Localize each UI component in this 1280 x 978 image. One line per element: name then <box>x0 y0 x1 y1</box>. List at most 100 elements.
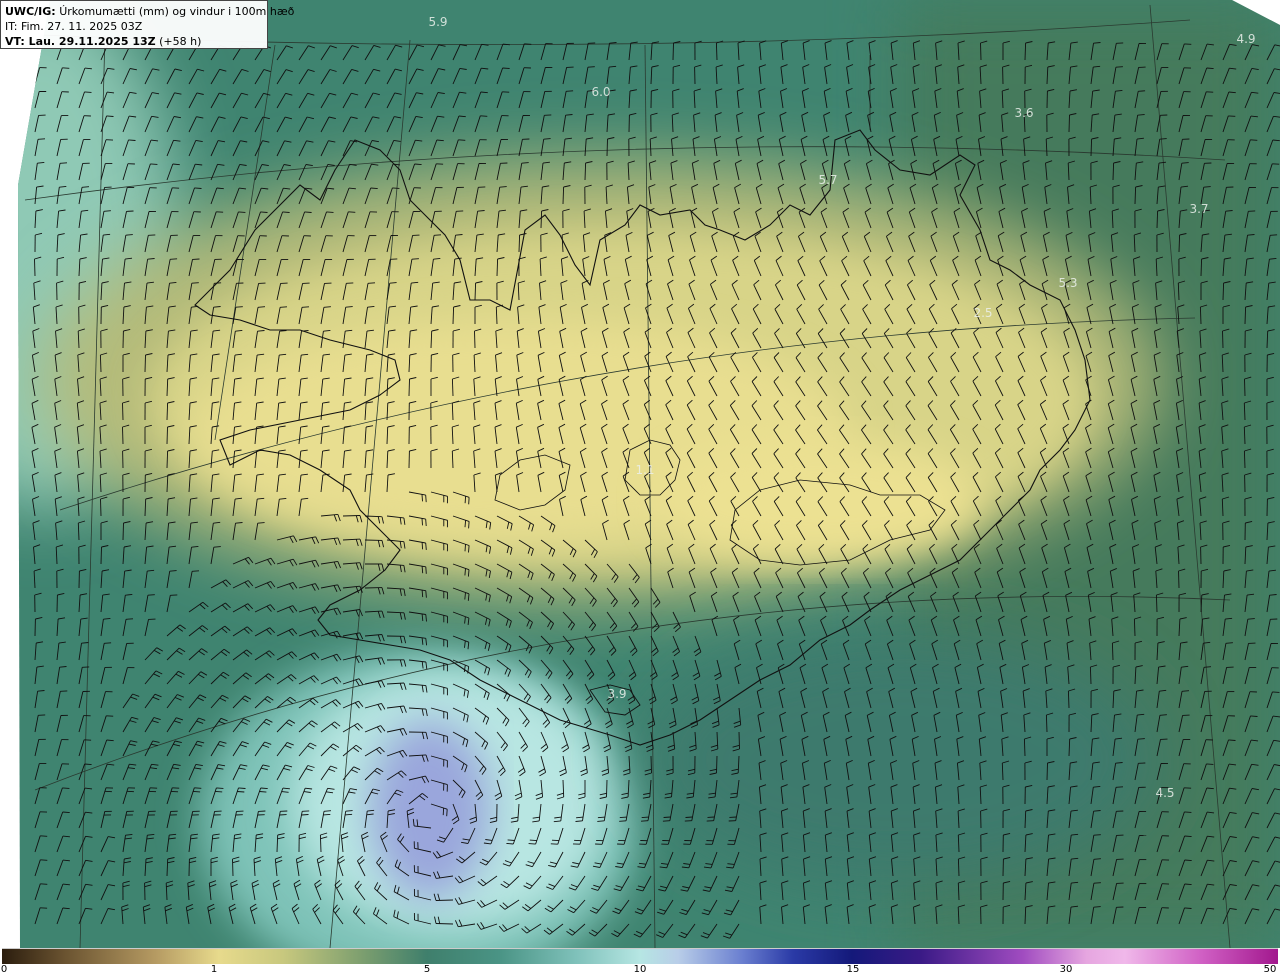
map-value-label: 3.6 <box>1014 106 1034 120</box>
wind-barb-flag <box>192 570 200 572</box>
wind-barb-flag <box>125 234 133 236</box>
wind-barb-flag <box>663 816 671 818</box>
wind-barb-flag <box>425 495 427 503</box>
wind-barb <box>496 258 499 277</box>
wind-barb-flag <box>125 618 134 620</box>
wind-barb <box>1046 762 1048 781</box>
wind-barb-flag <box>1206 763 1214 765</box>
wind-barb-flag <box>257 306 266 308</box>
colorbar-tick: 1 <box>210 964 218 975</box>
wind-barb-flag <box>529 839 537 842</box>
wind-barb <box>319 834 322 853</box>
wind-barb-flag <box>150 163 158 165</box>
wind-barb-flag <box>458 139 466 141</box>
wind-barb-flag <box>103 210 111 212</box>
wind-barb <box>1200 258 1203 277</box>
wind-barb-flag <box>528 843 536 845</box>
wind-barb-flag <box>425 542 427 550</box>
wind-barb <box>715 42 718 61</box>
wind-barb-flag <box>326 211 334 213</box>
wind-barb-flag <box>1159 714 1167 716</box>
wind-barb-flag <box>1272 691 1280 693</box>
wind-barb-flag <box>414 163 422 166</box>
wind-barb <box>451 378 454 397</box>
map-value-label: 5.9 <box>428 15 448 29</box>
wind-barb-flag <box>468 545 470 553</box>
wind-barb-flag <box>392 187 400 189</box>
wind-barb-flag <box>425 590 427 598</box>
map-value-label: 4.9 <box>1236 32 1256 46</box>
wind-barb-flag <box>619 816 627 819</box>
wind-barb-flag <box>1093 858 1101 860</box>
wind-barb <box>435 923 454 925</box>
wind-barb <box>1023 738 1026 757</box>
wind-barb-flag <box>214 282 222 284</box>
wind-barb <box>738 731 740 750</box>
wind-barb-flag <box>1228 739 1236 741</box>
wind-barb <box>435 899 454 901</box>
precipitation-map: UWC/IG: Úrkomumætti (mm) og vindur i 100… <box>0 0 1280 948</box>
wind-barb-flag <box>524 43 532 45</box>
wind-barb-flag <box>1250 715 1258 717</box>
wind-barb <box>99 354 102 373</box>
wind-barb <box>1156 210 1159 229</box>
wind-barb-flag <box>194 787 202 789</box>
wind-barb-flag <box>304 211 312 213</box>
wind-barb <box>672 42 674 61</box>
wind-barb-flag <box>370 187 378 190</box>
wind-barb <box>650 755 652 774</box>
wind-barb-flag <box>1115 66 1123 68</box>
colorbar-ramp <box>2 948 1278 964</box>
wind-barb-flag <box>213 546 221 548</box>
wind-barb-flag <box>685 816 693 818</box>
wind-barb-flag <box>345 810 353 812</box>
wind-barb <box>606 779 608 798</box>
wind-barb <box>1199 306 1202 325</box>
map-value-label: 3.7 <box>1189 202 1209 216</box>
wind-barb-flag <box>345 813 353 816</box>
wind-barb-flag <box>1138 90 1146 92</box>
map-info-box: UWC/IG: Úrkomumætti (mm) og vindur i 100… <box>0 0 294 49</box>
wind-barb <box>1222 282 1225 301</box>
wind-barb-flag <box>1184 859 1192 862</box>
wind-barb-flag <box>260 787 268 790</box>
wind-barb-flag <box>1206 67 1214 70</box>
wind-barb-flag <box>106 115 114 117</box>
colorbar-tick: 10 <box>633 964 647 975</box>
wind-barb-flag <box>619 820 627 822</box>
wind-barb-flag <box>59 162 68 164</box>
wind-barb-flag <box>257 522 265 524</box>
wind-barb <box>1089 666 1092 685</box>
wind-barb-flag <box>193 790 201 793</box>
colorbar: 0 1 5 10 15 30 50 <box>0 948 1280 978</box>
wind-barb <box>122 426 124 445</box>
wind-barb <box>1178 570 1180 589</box>
wind-barb <box>584 162 587 181</box>
wind-barb-flag <box>641 816 649 819</box>
wind-barb <box>980 42 982 61</box>
wind-barb <box>452 306 455 325</box>
wind-barb <box>606 138 608 157</box>
wind-barb-flag <box>434 234 442 236</box>
wind-barb-flag <box>421 518 423 526</box>
wind-barb <box>1067 690 1070 709</box>
wind-barb <box>1178 234 1181 253</box>
wind-barb-flag <box>81 186 90 188</box>
wind-barb-flag <box>662 820 670 822</box>
wind-barb-flag <box>389 282 397 284</box>
wind-barb <box>1222 330 1224 349</box>
wind-barb-flag <box>421 566 424 574</box>
wind-barb-flag <box>1184 907 1192 909</box>
wind-barb-flag <box>1184 811 1192 813</box>
wind-barb-flag <box>237 791 245 793</box>
wind-barb <box>1090 138 1093 157</box>
wind-barb-flag <box>191 282 199 284</box>
colorbar-tick: 50 <box>1263 964 1277 975</box>
wind-barb-flag <box>1250 139 1258 141</box>
wind-barb-flag <box>502 67 510 69</box>
colorbar-tick: 30 <box>1059 964 1073 975</box>
map-value-label: 1.1 <box>635 463 655 477</box>
wind-barb-flag <box>84 91 92 93</box>
wind-barb <box>100 546 102 565</box>
wind-barb <box>408 378 410 397</box>
